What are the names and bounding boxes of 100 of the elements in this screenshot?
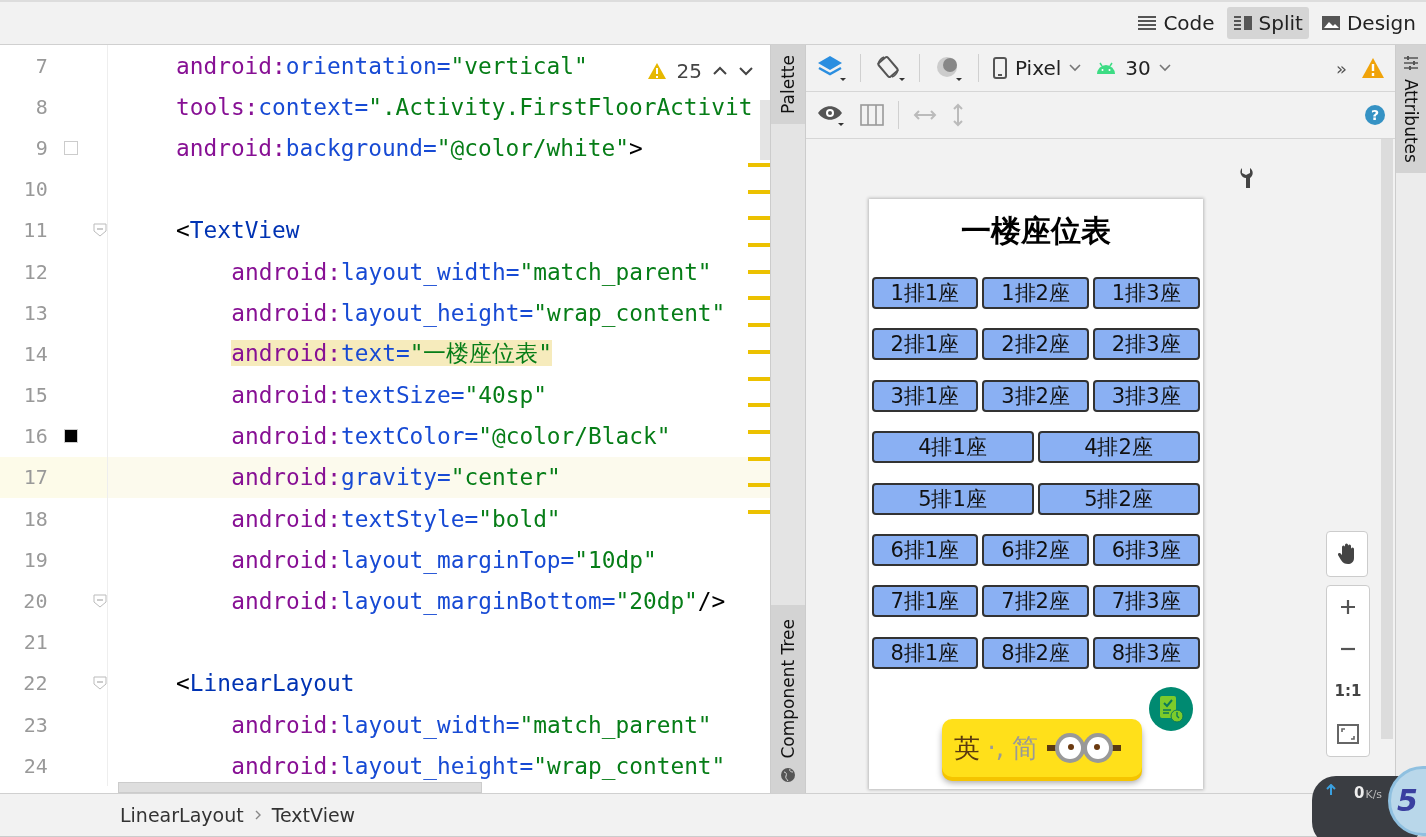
seat-button[interactable]: 1排1座 bbox=[871, 277, 979, 309]
rotate-icon[interactable] bbox=[875, 54, 905, 82]
eye-icon[interactable] bbox=[816, 103, 846, 127]
seat-button[interactable]: 4排2座 bbox=[1037, 431, 1200, 464]
warning-marker[interactable] bbox=[748, 429, 770, 434]
fold-icon[interactable] bbox=[93, 676, 107, 691]
speed-unit: K/s bbox=[1365, 788, 1383, 801]
warning-marker[interactable] bbox=[748, 189, 770, 194]
chevron-up-icon[interactable] bbox=[712, 65, 728, 77]
android-icon bbox=[1095, 61, 1118, 75]
caret-icon bbox=[1158, 64, 1171, 72]
fold-icon[interactable] bbox=[93, 223, 107, 238]
code-line: tools:context=".Activity.FirstFloorActivit bbox=[176, 93, 753, 120]
view-mode-tab[interactable]: Code bbox=[1131, 7, 1221, 39]
actual-size-button[interactable]: 1:1 bbox=[1334, 682, 1362, 700]
api-level-dropdown[interactable]: 30 bbox=[1095, 56, 1171, 80]
warning-marker[interactable] bbox=[748, 216, 770, 221]
chevron-right-icon bbox=[253, 809, 262, 821]
vertical-scrollbar[interactable] bbox=[760, 100, 770, 160]
line-number: 17 bbox=[22, 465, 48, 490]
palette-tab[interactable]: Palette bbox=[771, 45, 805, 124]
view-mode-tab[interactable]: Split bbox=[1226, 7, 1309, 39]
seat-button[interactable]: 8排1座 bbox=[871, 636, 979, 669]
warning-marker[interactable] bbox=[748, 269, 770, 274]
warning-marker[interactable] bbox=[748, 323, 770, 328]
vertical-scrollbar[interactable] bbox=[1381, 139, 1393, 739]
warning-marker[interactable] bbox=[748, 509, 770, 514]
warning-count: 25 bbox=[676, 59, 702, 83]
attributes-tab[interactable]: Attributes bbox=[1396, 45, 1426, 173]
warning-marker[interactable] bbox=[748, 403, 770, 408]
seat-button[interactable]: 3排2座 bbox=[982, 379, 1089, 412]
fit-screen-icon[interactable] bbox=[1337, 724, 1359, 744]
seat-button[interactable]: 3排3座 bbox=[1092, 379, 1200, 412]
seat-button[interactable]: 6排3座 bbox=[1092, 533, 1200, 566]
upload-arrow-icon bbox=[1326, 784, 1336, 796]
warning-marker[interactable] bbox=[748, 349, 770, 354]
warning-marker[interactable] bbox=[748, 163, 770, 167]
seat-button[interactable]: 4排1座 bbox=[871, 431, 1034, 464]
code-line: android:gravity="center" bbox=[231, 464, 561, 491]
wrench-icon[interactable] bbox=[1239, 167, 1253, 189]
seat-button[interactable]: 2排2座 bbox=[982, 328, 1089, 361]
code-line: android:layout_height="wrap_content" bbox=[231, 299, 726, 326]
layers-icon[interactable] bbox=[816, 54, 846, 82]
device-dropdown[interactable]: Pixel bbox=[993, 56, 1082, 80]
warning-icon[interactable] bbox=[1361, 57, 1385, 79]
seat-button[interactable]: 2排3座 bbox=[1092, 328, 1200, 361]
seat-button[interactable]: 7排2座 bbox=[982, 585, 1089, 618]
more-button[interactable]: » bbox=[1336, 57, 1347, 79]
seat-button[interactable]: 6排1座 bbox=[871, 533, 979, 566]
vertical-arrows-icon[interactable] bbox=[951, 103, 965, 127]
seat-button[interactable]: 1排2座 bbox=[982, 277, 1089, 309]
horizontal-arrows-icon[interactable] bbox=[913, 108, 937, 122]
line-number: 21 bbox=[22, 630, 48, 655]
code-line: android:orientation="vertical" bbox=[176, 52, 588, 79]
seat-button[interactable]: 6排2座 bbox=[982, 533, 1089, 566]
pan-button[interactable] bbox=[1326, 531, 1368, 577]
code-line: android:layout_marginTop="10dp" bbox=[231, 546, 657, 573]
seat-button[interactable]: 7排1座 bbox=[871, 585, 979, 618]
seat-button[interactable]: 1排3座 bbox=[1092, 277, 1200, 309]
warning-marker[interactable] bbox=[748, 483, 770, 488]
breadcrumb-link[interactable]: TextView bbox=[271, 804, 356, 826]
seat-button[interactable]: 5排2座 bbox=[1037, 482, 1200, 515]
fold-icon[interactable] bbox=[93, 594, 107, 609]
warning-marker[interactable] bbox=[748, 376, 770, 381]
warning-icon bbox=[646, 62, 667, 80]
code-line: <TextView bbox=[176, 217, 300, 244]
globe-icon bbox=[780, 767, 796, 783]
caret-icon bbox=[1069, 64, 1082, 72]
seat-button[interactable]: 2排1座 bbox=[871, 328, 979, 361]
code-line: android:layout_marginBottom="20dp"/> bbox=[231, 588, 726, 615]
warning-marker[interactable] bbox=[748, 243, 770, 248]
theme-icon[interactable] bbox=[934, 54, 964, 82]
english-mode-label[interactable]: 英 bbox=[953, 730, 980, 766]
code-line: android:textSize="40sp" bbox=[231, 382, 547, 409]
code-line: android:layout_height="wrap_content" bbox=[231, 752, 726, 779]
line-number: 10 bbox=[22, 177, 48, 202]
breadcrumb-link[interactable]: LinearLayout bbox=[120, 804, 244, 826]
warning-marker[interactable] bbox=[748, 296, 770, 301]
line-number: 13 bbox=[22, 300, 48, 325]
component-tree-tab[interactable]: Component Tree bbox=[771, 605, 805, 793]
code-line: android:textStyle="bold" bbox=[231, 505, 561, 532]
line-number: 23 bbox=[22, 712, 48, 737]
line-number: 14 bbox=[22, 341, 48, 366]
task-button[interactable] bbox=[1148, 687, 1193, 731]
checklist-icon bbox=[1157, 695, 1184, 723]
seat-button[interactable]: 8排3座 bbox=[1092, 636, 1200, 669]
warning-marker[interactable] bbox=[748, 456, 770, 461]
screen-title: 一楼座位表 bbox=[959, 212, 1112, 250]
columns-icon[interactable] bbox=[860, 104, 884, 126]
code-line: android:background="@color/white"> bbox=[176, 134, 643, 161]
seat-button[interactable]: 8排2座 bbox=[982, 636, 1089, 669]
seat-button[interactable]: 7排3座 bbox=[1092, 585, 1200, 618]
seat-button[interactable]: 3排1座 bbox=[871, 379, 979, 412]
line-number: 15 bbox=[22, 383, 48, 408]
seat-button[interactable]: 5排1座 bbox=[871, 482, 1034, 515]
line-number: 24 bbox=[22, 753, 48, 778]
view-mode-tab[interactable]: Design bbox=[1314, 7, 1422, 39]
chevron-down-icon[interactable] bbox=[738, 65, 754, 77]
zoom-in-icon[interactable] bbox=[1339, 598, 1357, 616]
horizontal-scrollbar[interactable] bbox=[118, 782, 482, 793]
